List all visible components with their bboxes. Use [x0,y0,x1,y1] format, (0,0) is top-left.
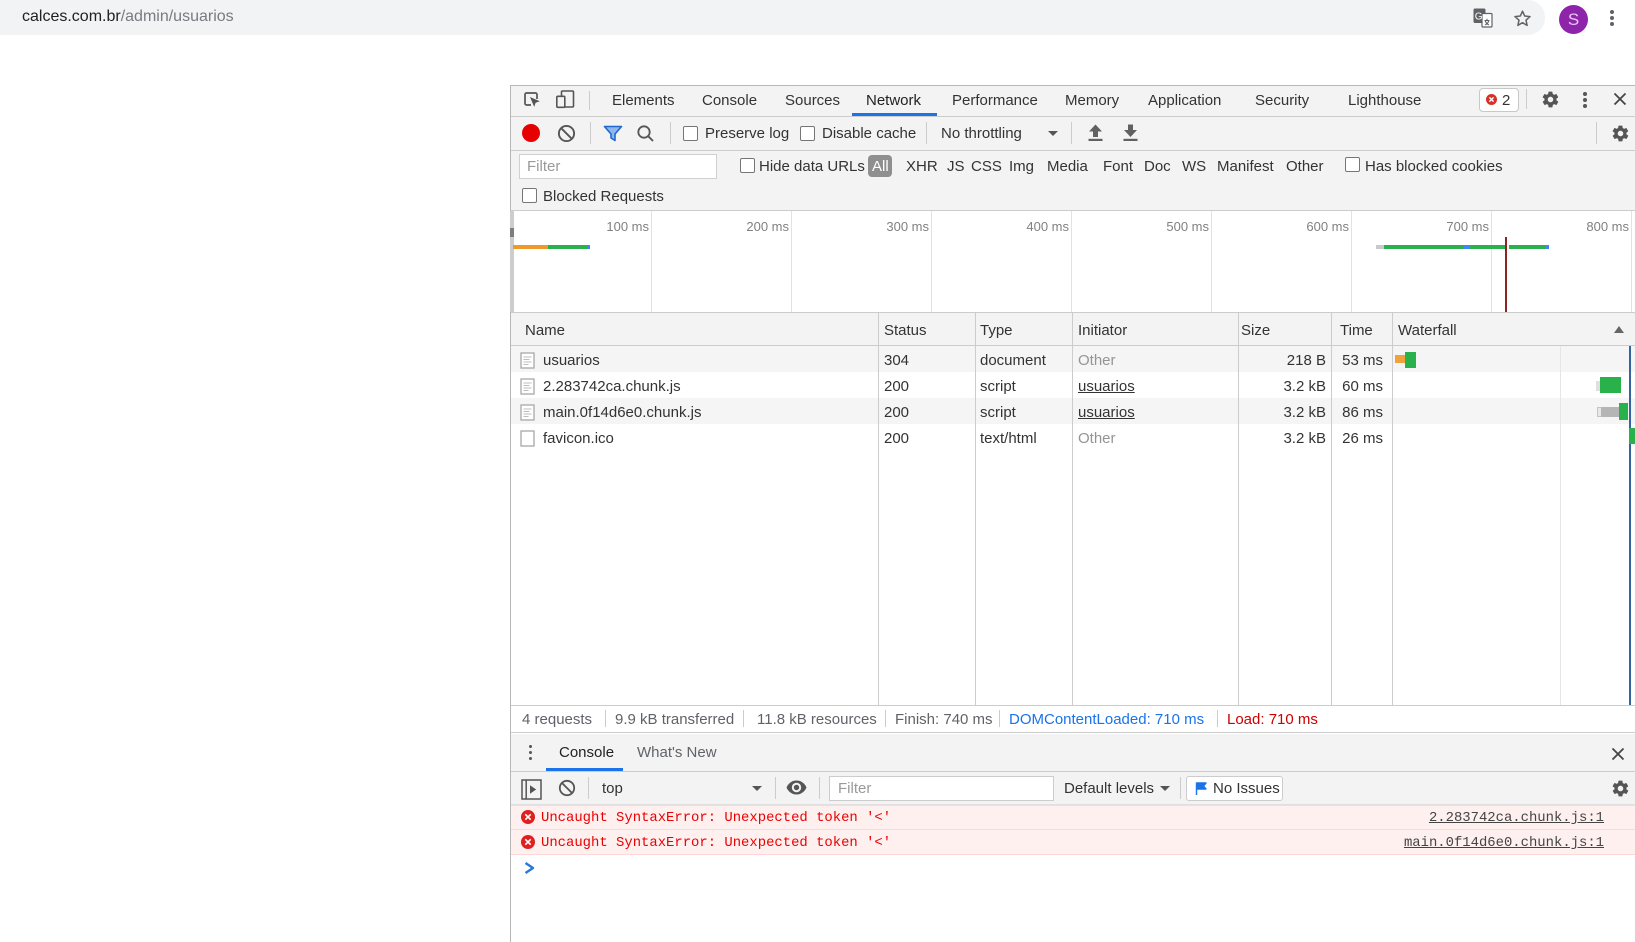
svg-text:G: G [1475,12,1483,23]
